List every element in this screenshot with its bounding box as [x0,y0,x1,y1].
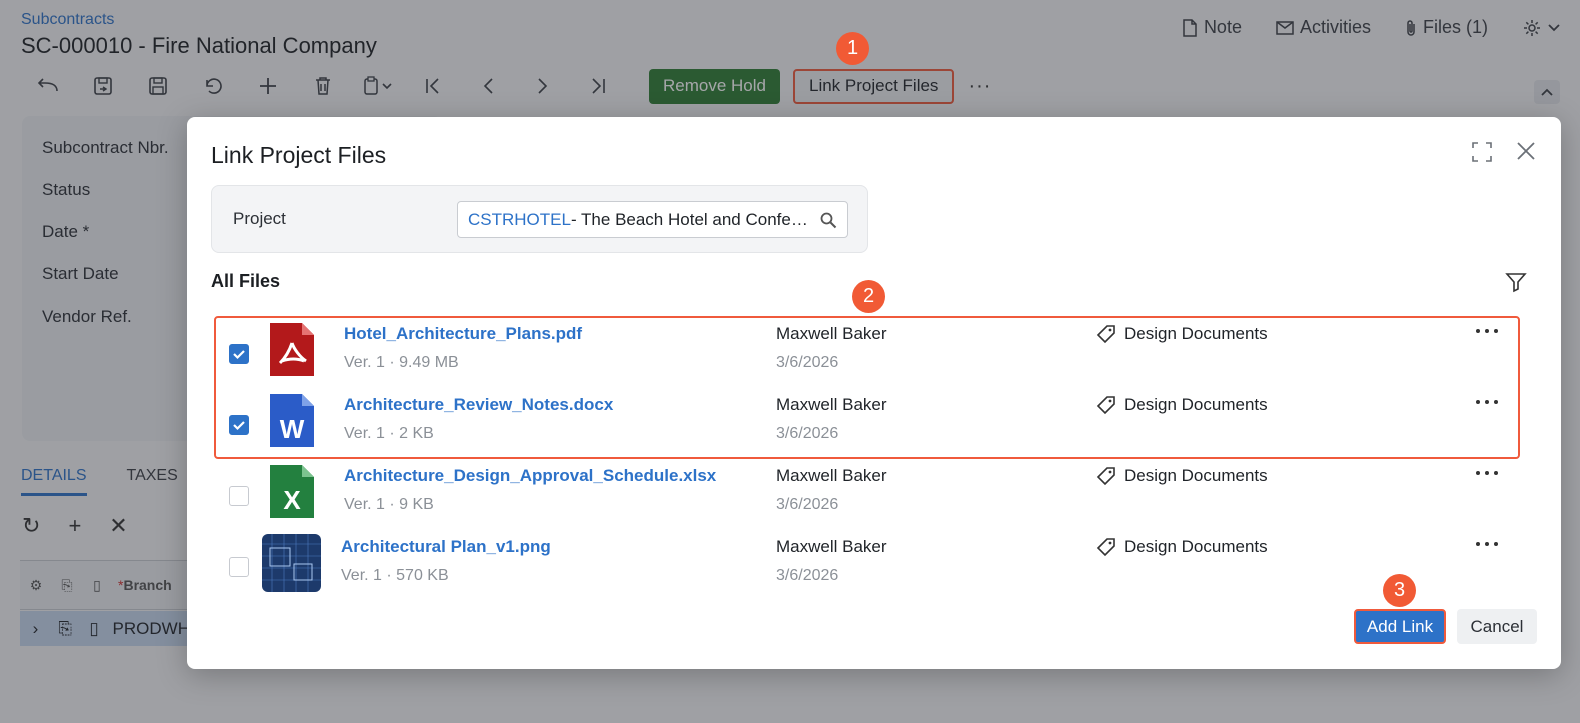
svg-text:X: X [283,485,301,515]
tag-icon [1096,538,1115,557]
file-version: Ver. 1 [344,354,385,371]
search-icon[interactable] [819,211,837,229]
file-version: Ver. 1 [344,425,385,442]
file-name-link[interactable]: Architectural Plan_v1.png [341,537,551,557]
file-tag: Design Documents [1096,466,1268,486]
svg-text:W: W [280,414,305,444]
file-meta: Ver. 1 · 2 KB [344,425,434,442]
file-tag: Design Documents [1096,395,1268,415]
file-size: 570 KB [396,567,449,584]
project-selector[interactable]: CSTRHOTEL - The Beach Hotel and Conferen… [457,201,848,238]
dialog-title: Link Project Files [211,142,387,168]
project-filter: Project CSTRHOTEL - The Beach Hotel and … [211,185,868,253]
row-checkbox[interactable] [229,486,249,506]
row-checkbox[interactable] [229,415,249,435]
list-item[interactable]: Hotel_Architecture_Plans.pdf Ver. 1 · 9.… [211,313,1521,384]
file-tag-label: Design Documents [1124,395,1268,414]
file-list: Hotel_Architecture_Plans.pdf Ver. 1 · 9.… [211,313,1527,596]
file-date: 3/6/2026 [776,425,839,442]
list-item[interactable]: W Architecture_Review_Notes.docx Ver. 1 … [211,384,1521,455]
close-icon[interactable] [1515,140,1537,162]
tag-icon [1096,325,1115,344]
file-size: 9 KB [399,496,434,513]
project-description: - The Beach Hotel and Conference Center [570,209,811,229]
image-thumbnail [262,534,321,592]
file-date: 3/6/2026 [776,354,839,371]
row-more-icon[interactable] [1475,326,1499,336]
file-owner: Maxwell Baker [776,395,887,414]
file-size: 9.49 MB [399,354,459,371]
file-date: 3/6/2026 [776,567,839,584]
all-files-heading: All Files [211,271,281,291]
checkmark-icon [232,349,245,359]
file-meta: Ver. 1 · 9 KB [344,496,434,513]
pdf-file-icon [270,323,314,376]
file-meta: Ver. 1 · 9.49 MB [344,354,459,371]
project-code[interactable]: CSTRHOTEL [468,210,571,230]
blueprint-image-icon [262,534,321,592]
cancel-button[interactable]: Cancel [1457,609,1537,644]
file-tag: Design Documents [1096,537,1268,557]
row-more-icon[interactable] [1475,397,1499,407]
checkmark-icon [232,420,245,430]
add-link-button[interactable]: Add Link [1354,609,1446,644]
row-more-icon[interactable] [1475,539,1499,549]
file-name-link[interactable]: Architecture_Review_Notes.docx [344,395,613,415]
file-meta: Ver. 1 · 570 KB [341,567,449,584]
file-date: 3/6/2026 [776,496,839,513]
maximize-icon[interactable] [1471,141,1493,163]
file-owner: Maxwell Baker [776,324,887,343]
row-more-icon[interactable] [1475,468,1499,478]
file-tag-label: Design Documents [1124,466,1268,485]
row-checkbox[interactable] [229,344,249,364]
word-file-icon: W [270,394,314,447]
file-owner: Maxwell Baker [776,537,887,556]
filter-icon[interactable] [1505,271,1527,293]
list-item[interactable]: X Architecture_Design_Approval_Schedule.… [211,455,1521,526]
project-label: Project [233,209,286,228]
file-version: Ver. 1 [344,496,385,513]
row-checkbox[interactable] [229,557,249,577]
file-tag-label: Design Documents [1124,324,1268,343]
list-item[interactable]: Architectural Plan_v1.png Ver. 1 · 570 K… [211,526,1521,596]
file-tag: Design Documents [1096,324,1268,344]
callout-badge-1: 1 [836,32,869,65]
file-size: 2 KB [399,425,434,442]
callout-badge-3: 3 [1383,574,1416,607]
excel-file-icon: X [270,465,314,518]
file-owner: Maxwell Baker [776,466,887,485]
file-name-link[interactable]: Hotel_Architecture_Plans.pdf [344,324,582,344]
tag-icon [1096,467,1115,486]
link-project-files-dialog: Link Project Files Project CSTRHOTEL - T… [187,117,1561,669]
file-tag-label: Design Documents [1124,537,1268,556]
tag-icon [1096,396,1115,415]
file-name-link[interactable]: Architecture_Design_Approval_Schedule.xl… [344,466,716,486]
callout-badge-2: 2 [852,280,885,313]
file-version: Ver. 1 [341,567,382,584]
